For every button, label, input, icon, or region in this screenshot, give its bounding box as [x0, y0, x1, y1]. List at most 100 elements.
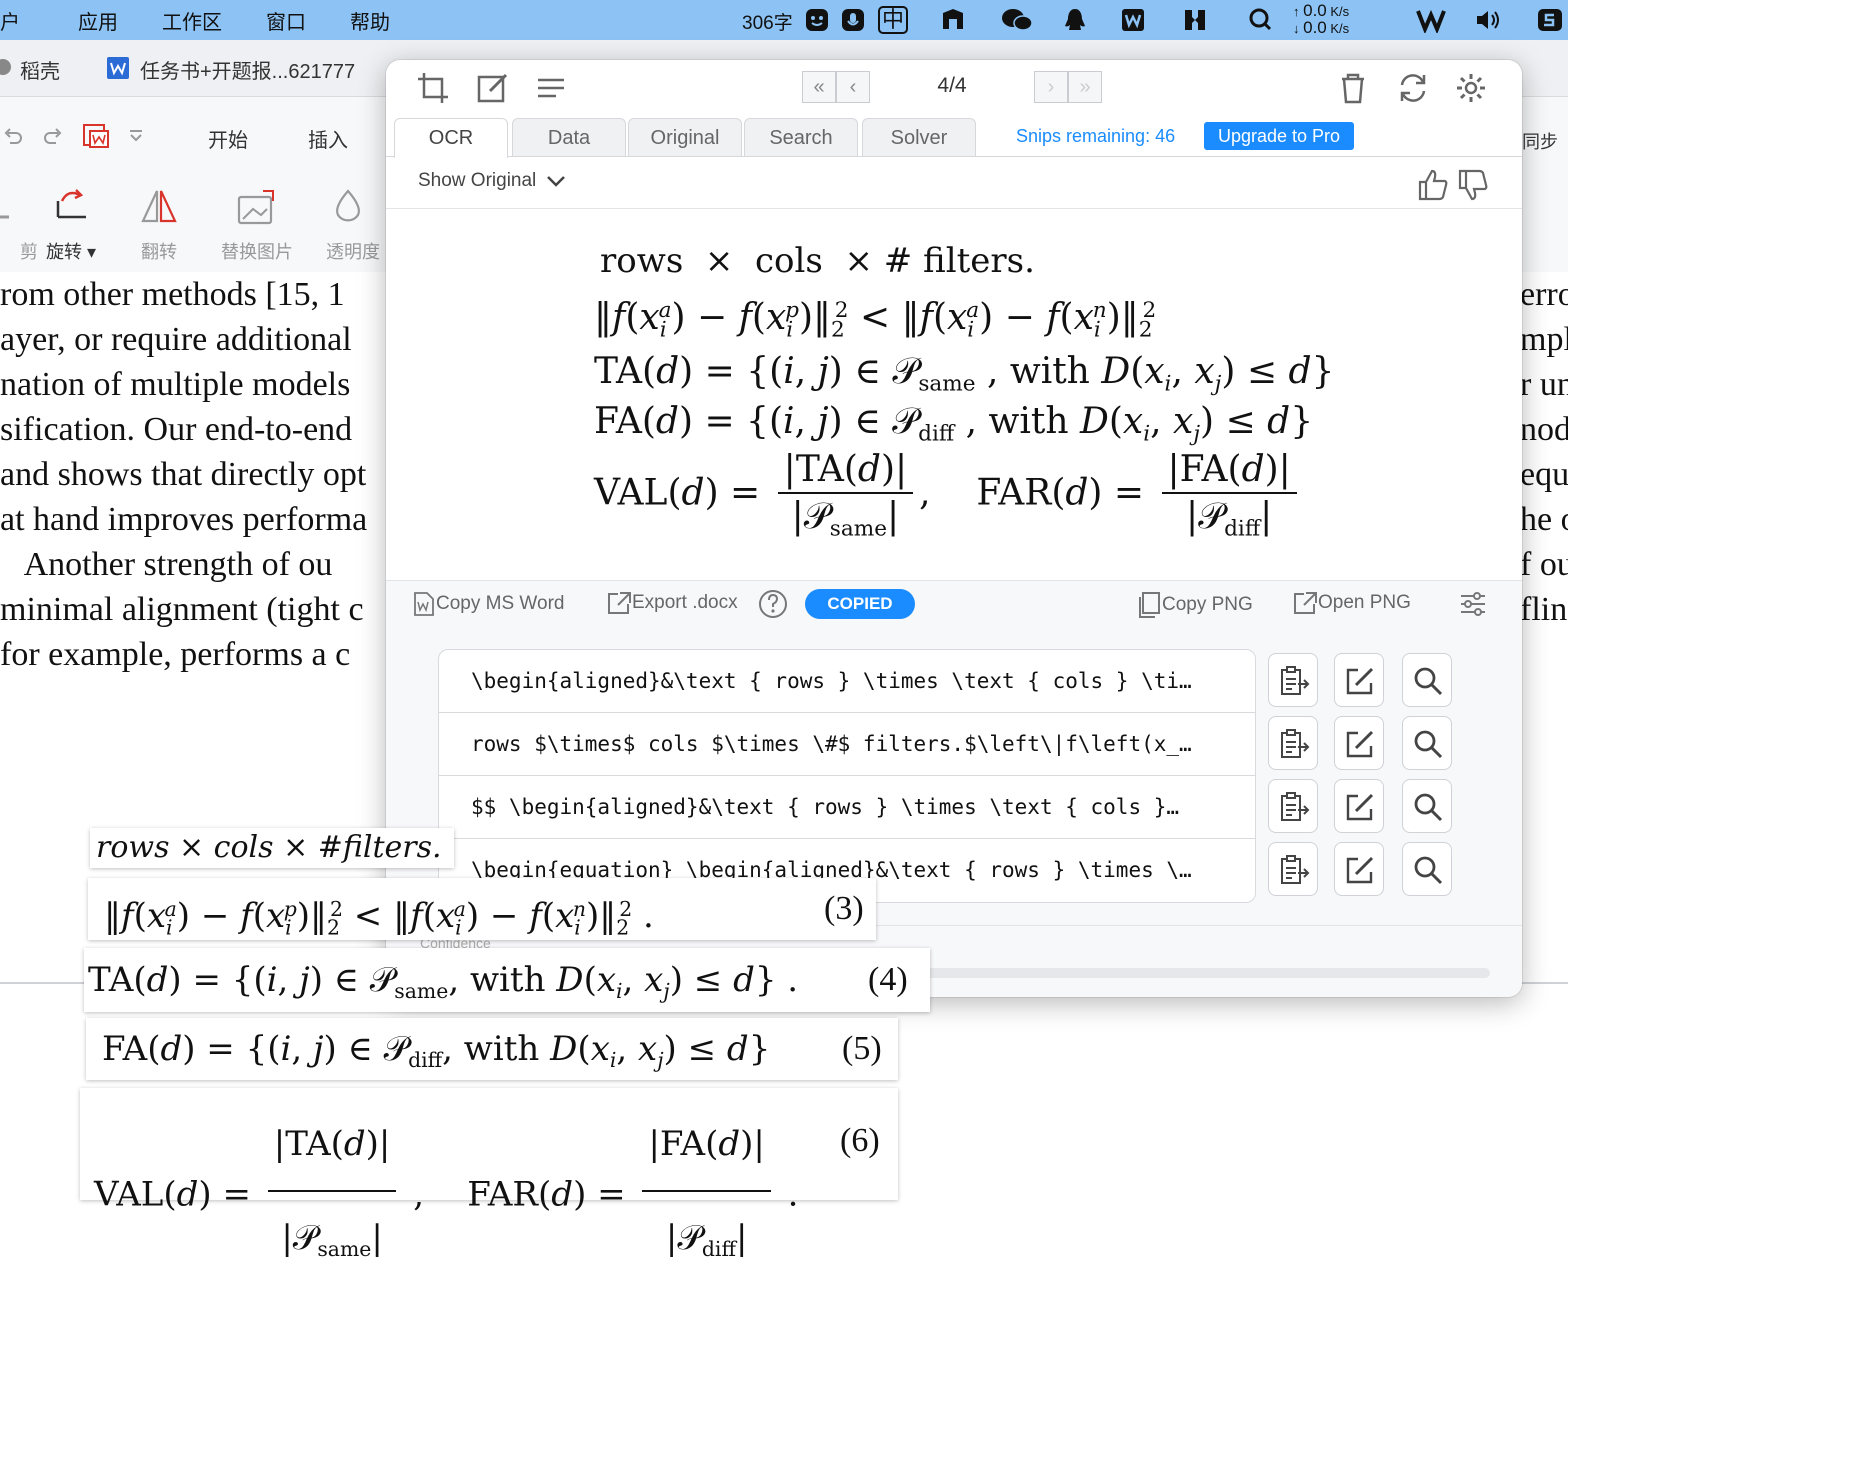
list-icon[interactable]	[534, 71, 568, 105]
copy-ms-word-button[interactable]: Copy MS Word	[412, 591, 564, 617]
latex-result-row[interactable]: $$ \begin{aligned}&\text { rows } \times…	[439, 776, 1255, 839]
upgrade-button[interactable]: Upgrade to Pro	[1204, 122, 1354, 150]
menu-item-help[interactable]: 帮助	[328, 6, 412, 35]
sliders-icon[interactable]	[1458, 589, 1488, 619]
menu-item-user[interactable]: 户	[0, 6, 42, 35]
app-tray-icon[interactable]	[1182, 7, 1208, 33]
copy-result-button[interactable]	[1268, 842, 1318, 896]
tool-rotate[interactable]: 旋转 ▾	[26, 187, 116, 264]
pager-indicator: 4/4	[937, 74, 967, 97]
redo-icon[interactable]	[42, 125, 64, 147]
save-to-wps-icon[interactable]	[82, 123, 110, 149]
clipboard-icon	[1281, 666, 1310, 695]
copy-result-button[interactable]	[1268, 779, 1318, 833]
edit-icon	[1346, 856, 1374, 884]
tool-flip[interactable]: 翻转	[114, 187, 204, 264]
doc-line: Another strength of ou	[0, 546, 333, 583]
last-page-button[interactable]: »	[1068, 71, 1102, 103]
math-line-val-far: VAL(d) = |TA(d)| |𝒫same|, FAR(d) = |FA(d)…	[594, 449, 1303, 542]
wechat-icon[interactable]	[1000, 7, 1034, 33]
clipboard-icon	[1281, 855, 1310, 884]
tool-replace-image[interactable]: 替换图片	[212, 187, 302, 264]
export-docx-button[interactable]: Export .docx	[606, 591, 738, 615]
word-file-icon	[414, 592, 434, 616]
tab-original[interactable]: Original	[628, 118, 742, 156]
tab-document[interactable]: 任务书+开题报...621777	[140, 55, 355, 84]
wps-tray-icon[interactable]	[1120, 7, 1146, 33]
tab-solver[interactable]: Solver	[862, 118, 976, 156]
undo-icon[interactable]	[2, 125, 24, 147]
doc-line-right: nod	[1520, 411, 1568, 448]
edit-result-button[interactable]	[1334, 716, 1384, 770]
refresh-icon[interactable]	[1396, 71, 1430, 105]
tab-data[interactable]: Data	[512, 118, 626, 156]
next-page-button[interactable]: ›	[1034, 71, 1068, 103]
show-original-toggle[interactable]: Show Original	[418, 170, 566, 192]
chevron-down-icon	[546, 176, 565, 187]
s-app-icon[interactable]	[1536, 7, 1562, 33]
tool-transparency[interactable]: 透明度	[326, 187, 386, 264]
qq-icon[interactable]	[1062, 7, 1088, 33]
tab-docer[interactable]: 稻壳	[20, 55, 60, 84]
tab-search[interactable]: Search	[744, 118, 858, 156]
doc-line: ayer, or require additional	[0, 321, 352, 358]
snip-crop-icon[interactable]	[416, 71, 450, 105]
microphone-icon[interactable]	[840, 7, 866, 33]
network-speed: ↑ 0.0 K/s ↓ 0.0 K/s	[1293, 1, 1350, 37]
search-icon	[1414, 667, 1443, 696]
edit-result-button[interactable]	[1334, 779, 1384, 833]
source-snippet-eq3: ‖f(xia) − f(xip)‖22 < ‖f(xia) − f(xin)‖2…	[88, 878, 876, 940]
equation-number: (6)	[840, 1122, 880, 1159]
tab-ocr[interactable]: OCR	[394, 118, 508, 158]
open-png-button[interactable]: Open PNG	[1292, 591, 1411, 615]
edit-icon[interactable]	[476, 71, 510, 105]
prev-page-button[interactable]: ‹	[836, 71, 870, 103]
equation-number: (3)	[824, 890, 864, 927]
mathpix-toolbar: « ‹ 4/4 › »	[386, 60, 1522, 116]
equation-number: (4)	[868, 961, 908, 998]
search-result-button[interactable]	[1402, 716, 1452, 770]
settings-gear-icon[interactable]	[1454, 71, 1488, 105]
doc-line: for example, performs a c	[0, 636, 351, 673]
customize-dropdown-icon[interactable]	[128, 129, 144, 143]
thumbs-up-icon[interactable]	[1416, 168, 1450, 202]
help-icon[interactable]	[758, 589, 788, 619]
search-tray-icon[interactable]	[1248, 7, 1274, 33]
ribbon-tab-insert[interactable]: 插入	[308, 124, 348, 153]
edit-result-button[interactable]	[1334, 842, 1384, 896]
doc-line: sification. Our end-to-end	[0, 411, 353, 448]
mathpix-icon[interactable]	[940, 7, 966, 33]
ime-indicator[interactable]: 中	[878, 6, 909, 34]
menu-item-window[interactable]: 窗口	[244, 6, 328, 35]
source-snippet-eq5: FA(d) = {(i, j) ∈ 𝒫diff, with D(xi, xj) …	[86, 1018, 898, 1080]
equation-number: (5)	[842, 1030, 882, 1067]
menu-item-app[interactable]: 应用	[42, 6, 140, 35]
doc-line-right: he o	[1520, 501, 1568, 538]
sync-label[interactable]: 同步	[1522, 128, 1558, 154]
copied-status-badge: COPIED	[805, 589, 915, 619]
source-snippet-dimensions: rows × cols × #filters.	[90, 828, 454, 868]
transparency-icon	[336, 189, 360, 222]
copy-result-button[interactable]	[1268, 716, 1318, 770]
search-result-button[interactable]	[1402, 653, 1452, 707]
emoji-icon[interactable]	[804, 7, 830, 33]
trash-icon[interactable]	[1336, 71, 1370, 105]
search-result-button[interactable]	[1402, 779, 1452, 833]
volume-icon[interactable]	[1474, 7, 1504, 33]
math-line-dimensions: rows × cols × # filters.	[600, 241, 1035, 281]
source-snippet-eq4: TA(d) = {(i, j) ∈ 𝒫same, with D(xi, xj) …	[84, 948, 930, 1012]
ribbon-tab-start[interactable]: 开始	[208, 124, 248, 153]
menu-item-workspace[interactable]: 工作区	[140, 6, 244, 35]
latex-result-row[interactable]: rows $\times$ cols $\times \#$ filters.$…	[439, 713, 1255, 776]
edit-result-button[interactable]	[1334, 653, 1384, 707]
copy-png-button[interactable]: Copy PNG	[1136, 591, 1253, 619]
copy-result-button[interactable]	[1268, 653, 1318, 707]
v-app-icon[interactable]	[1416, 7, 1446, 33]
search-result-button[interactable]	[1402, 842, 1452, 896]
doc-line: nation of multiple models	[0, 366, 351, 403]
latex-result-list: \begin{aligned}&\text { rows } \times \t…	[438, 649, 1256, 903]
thumbs-down-icon[interactable]	[1456, 168, 1490, 202]
doc-line: and shows that directly opt	[0, 456, 367, 493]
latex-result-row[interactable]: \begin{aligned}&\text { rows } \times \t…	[439, 650, 1255, 713]
first-page-button[interactable]: «	[802, 71, 836, 103]
